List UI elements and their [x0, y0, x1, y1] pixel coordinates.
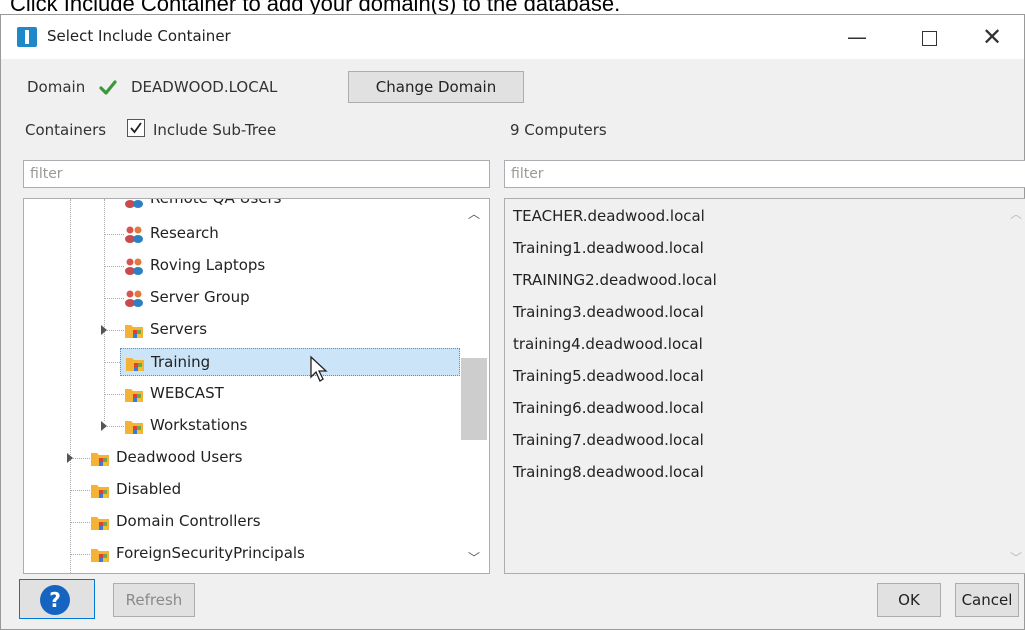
- tree-guide-line: [104, 394, 124, 395]
- domain-label: Domain: [27, 78, 86, 96]
- tree-guide-line: [70, 458, 90, 459]
- tree-item-label: Server Group: [150, 288, 250, 306]
- list-item[interactable]: Training1.deadwood.local: [513, 239, 704, 257]
- title-bar: Select Include Container — ✕: [1, 15, 1024, 59]
- group-icon: [125, 290, 143, 307]
- list-item[interactable]: Training7.deadwood.local: [513, 431, 704, 449]
- list-item[interactable]: training4.deadwood.local: [513, 335, 703, 353]
- computers-list: TEACHER.deadwood.local Training1.deadwoo…: [504, 198, 1025, 574]
- computers-count: 9 Computers: [510, 121, 607, 139]
- tree-item-label: ForeignSecurityPrincipals: [116, 544, 305, 562]
- tree-item-label: Deadwood Users: [116, 448, 243, 466]
- list-item[interactable]: Training6.deadwood.local: [513, 399, 704, 417]
- expand-workstations-icon[interactable]: [101, 421, 107, 431]
- tree-guide-line: [104, 234, 124, 235]
- tree-item-label: Domain Controllers: [116, 512, 261, 530]
- green-check-icon: [99, 80, 117, 95]
- tree-item-training[interactable]: Training: [120, 348, 460, 376]
- ou-folder-icon: [125, 389, 143, 402]
- close-button[interactable]: ✕: [956, 15, 1025, 59]
- scroll-up-icon[interactable]: ︿: [464, 205, 484, 225]
- tree-item-label: Roving Laptops: [150, 256, 266, 274]
- tree-guide-line: [70, 490, 90, 491]
- help-icon: ?: [40, 585, 70, 615]
- tree-scrollbar-thumb[interactable]: [461, 358, 487, 440]
- tree-item-label: Disabled: [116, 480, 182, 498]
- maximize-icon: [921, 31, 937, 46]
- help-button[interactable]: ?: [19, 579, 95, 619]
- computers-filter-input[interactable]: filter: [504, 160, 1025, 188]
- cancel-button[interactable]: Cancel: [955, 583, 1019, 617]
- ou-folder-icon: [125, 421, 143, 434]
- group-icon: [125, 258, 143, 275]
- tree-item-label: WEBCAST: [150, 384, 224, 402]
- change-domain-button[interactable]: Change Domain: [348, 71, 524, 103]
- tree-guide-line: [104, 266, 124, 267]
- refresh-button[interactable]: Refresh: [113, 583, 195, 617]
- include-subtree-label[interactable]: Include Sub-Tree: [153, 121, 276, 139]
- mouse-cursor-icon: [310, 355, 328, 382]
- list-item[interactable]: TRAINING2.deadwood.local: [513, 271, 717, 289]
- select-include-container-dialog: Select Include Container — ✕ Domain DEAD…: [0, 14, 1025, 630]
- containers-filter-input[interactable]: filter: [23, 160, 490, 188]
- checkmark-icon: [130, 122, 142, 134]
- expand-deadwood-users-icon[interactable]: [67, 453, 73, 463]
- containers-label: Containers: [25, 121, 107, 139]
- ou-folder-icon: [126, 358, 144, 371]
- ou-folder-icon: [91, 485, 109, 498]
- tree-item-label: Remote QA Users: [150, 198, 282, 207]
- list-item[interactable]: Training3.deadwood.local: [513, 303, 704, 321]
- ou-folder-icon: [91, 517, 109, 530]
- list-item[interactable]: Training8.deadwood.local: [513, 463, 704, 481]
- tree-guide-line: [104, 199, 105, 421]
- scroll-down-icon[interactable]: ﹀: [464, 549, 484, 569]
- maximize-button[interactable]: [893, 15, 965, 59]
- list-scroll-down-icon[interactable]: ﹀: [1010, 549, 1022, 566]
- app-info-icon: [17, 27, 37, 47]
- tree-guide-line: [70, 554, 90, 555]
- ou-folder-icon: [91, 453, 109, 466]
- ou-folder-icon: [91, 549, 109, 562]
- minimize-button[interactable]: —: [821, 15, 893, 59]
- group-icon: [125, 226, 143, 243]
- tree-guide-line: [104, 330, 124, 331]
- tree-item-label: Research: [150, 224, 219, 242]
- domain-value: DEADWOOD.LOCAL: [131, 78, 278, 96]
- tree-guide-line: [104, 298, 124, 299]
- group-icon: [125, 200, 143, 208]
- tree-guide-line: [70, 199, 71, 573]
- list-scroll-up-icon[interactable]: ︿: [1010, 205, 1022, 222]
- tree-guide-line: [104, 426, 124, 427]
- tree-item-label: Servers: [150, 320, 208, 338]
- expand-servers-icon[interactable]: [101, 325, 107, 335]
- include-subtree-checkbox[interactable]: [127, 119, 145, 137]
- containers-tree: Remote QA Users Research Roving Laptops: [23, 198, 490, 574]
- ou-folder-icon: [125, 325, 143, 338]
- list-item[interactable]: Training5.deadwood.local: [513, 367, 704, 385]
- ok-button[interactable]: OK: [877, 583, 941, 617]
- tree-item-label: Training: [151, 353, 211, 371]
- list-item[interactable]: TEACHER.deadwood.local: [513, 207, 705, 225]
- tree-guide-line: [70, 522, 90, 523]
- window-title: Select Include Container: [47, 27, 231, 45]
- tree-item-label: Workstations: [150, 416, 248, 434]
